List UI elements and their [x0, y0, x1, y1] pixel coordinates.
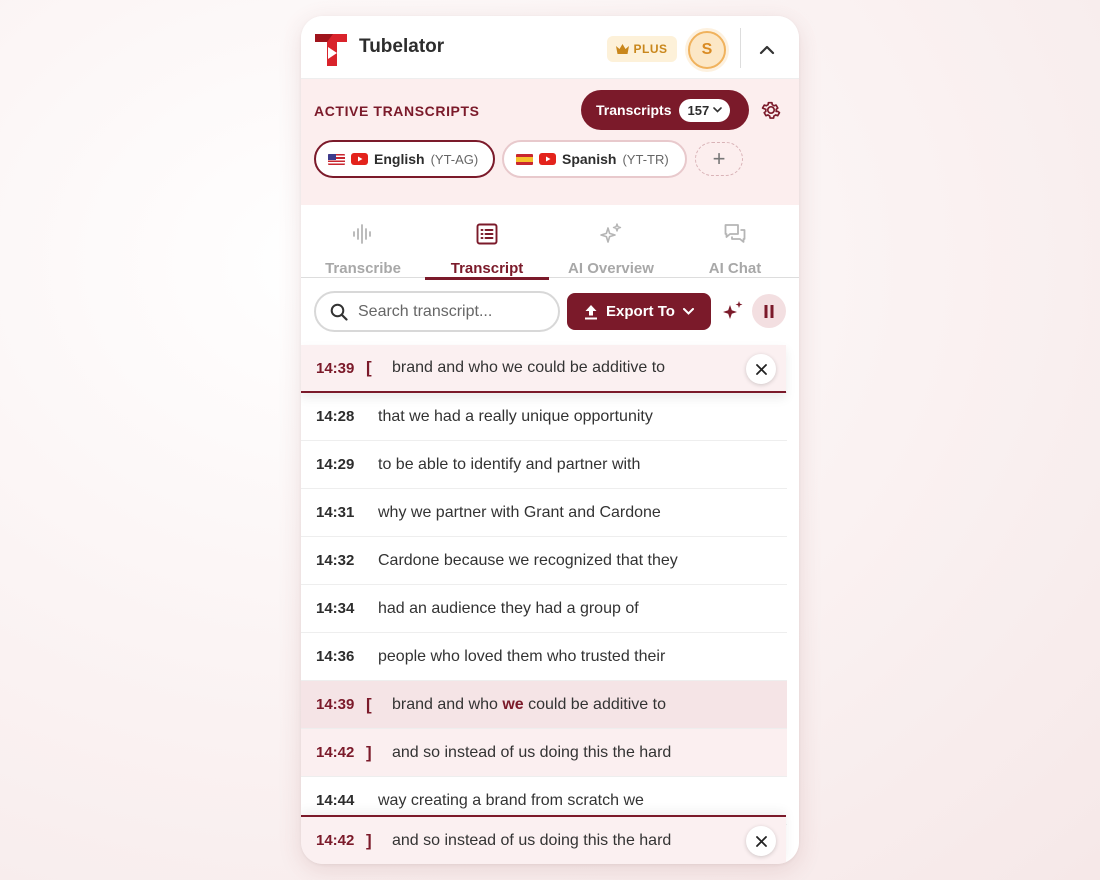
transcript-text: and so instead of us doing this the hard — [392, 831, 672, 849]
timestamp[interactable]: 14:29 — [316, 456, 354, 473]
active-transcripts-title: ACTIVE TRANSCRIPTS — [314, 103, 480, 119]
app-title: Tubelator — [359, 36, 445, 57]
language-chip-english[interactable]: English (YT-AG) — [314, 140, 495, 178]
close-button[interactable] — [746, 826, 776, 856]
us-flag-icon — [328, 153, 345, 165]
close-icon — [755, 363, 767, 375]
timestamp[interactable]: 14:34 — [316, 600, 354, 617]
close-icon — [755, 835, 767, 847]
tab-label: Transcript — [450, 260, 524, 277]
crown-icon — [616, 44, 630, 54]
transcript-text: people who loved them who trusted their — [378, 647, 666, 665]
tab-label: AI Chat — [708, 260, 762, 277]
search-match: we — [502, 695, 524, 713]
transcript-text: to be able to identify and partner with — [378, 455, 641, 473]
tubelator-panel: Tubelator PLUS S ACTIVE TRANSCRIPTS Tran… — [301, 16, 799, 864]
tab-ai-chat[interactable]: AI Chat — [673, 205, 797, 278]
tab-label: Transcribe — [325, 260, 401, 277]
upload-icon — [585, 304, 598, 319]
youtube-icon — [351, 153, 368, 165]
timestamp[interactable]: 14:31 — [316, 504, 354, 521]
language-code: (YT-TR) — [622, 151, 669, 167]
header: Tubelator PLUS S — [301, 16, 799, 79]
scrollbar[interactable] — [787, 345, 799, 864]
transcript-text: brand and who we could be additive to — [392, 359, 666, 376]
language-chip-spanish[interactable]: Spanish (YT-TR) — [502, 140, 687, 178]
tab-transcript[interactable]: Transcript — [425, 205, 549, 280]
chevron-up-icon — [759, 45, 775, 55]
pinned-selection-end[interactable]: 14:42 ] and so instead of us doing this … — [301, 815, 786, 864]
transcript-text: Cardone because we recognized that they — [378, 551, 678, 569]
transcripts-label: Transcripts — [596, 102, 672, 118]
selection-end-bracket: ] — [366, 742, 372, 762]
tab-bar: Transcribe Transcript AI Overview AI Cha… — [301, 205, 799, 280]
pause-button[interactable] — [752, 294, 786, 328]
timestamp[interactable]: 14:44 — [316, 792, 354, 809]
tab-label: AI Overview — [568, 260, 654, 277]
chat-bubbles-icon — [724, 224, 746, 243]
transcript-text: that we had a really unique opportunity — [378, 407, 653, 425]
pinned-selection-start[interactable]: 14:39 [ brand and who we could be additi… — [301, 345, 786, 393]
gear-icon[interactable] — [760, 99, 782, 121]
transcripts-count-chip[interactable]: 157 — [679, 98, 731, 122]
plus-label: PLUS — [633, 42, 668, 56]
search-input[interactable] — [358, 302, 528, 321]
search-icon — [330, 303, 348, 321]
transcripts-button[interactable]: Transcripts 157 — [581, 90, 749, 130]
timestamp[interactable]: 14:36 — [316, 648, 354, 665]
waveform-icon — [353, 224, 371, 244]
timestamp[interactable]: 14:39 — [316, 360, 354, 377]
close-button[interactable] — [746, 354, 776, 384]
tubelator-logo-icon — [315, 34, 347, 66]
selection-end-bracket: ] — [366, 830, 372, 850]
transcript-row[interactable]: 14:31 why we partner with Grant and Card… — [301, 489, 799, 537]
language-name: English — [374, 151, 425, 167]
transcript-text: and so instead of us doing this the hard — [392, 743, 672, 761]
timestamp[interactable]: 14:28 — [316, 408, 354, 425]
search-box[interactable] — [314, 291, 560, 332]
transcript-text: why we partner with Grant and Cardone — [378, 503, 661, 521]
timestamp[interactable]: 14:42 — [316, 832, 354, 849]
transcript-row[interactable]: 14:28 that we had a really unique opport… — [301, 393, 799, 441]
transcripts-count: 157 — [687, 102, 710, 118]
plus-badge[interactable]: PLUS — [607, 36, 677, 62]
transcript-row-selected-end[interactable]: 14:42 ] and so instead of us doing this … — [301, 729, 799, 777]
export-to-button[interactable]: Export To — [567, 293, 711, 330]
timestamp[interactable]: 14:39 — [316, 696, 354, 713]
transcript-text: way creating a brand from scratch we — [378, 791, 644, 809]
language-code: (YT-AG) — [430, 151, 479, 167]
transcript-text: had an audience they had a group of — [378, 599, 639, 617]
language-name: Spanish — [562, 151, 617, 167]
transcript-row[interactable]: 14:32 Cardone because we recognized that… — [301, 537, 799, 585]
sparkles-icon — [600, 223, 622, 243]
pause-icon — [764, 304, 774, 318]
avatar[interactable]: S — [688, 31, 726, 69]
transcript-row[interactable]: 14:34 had an audience they had a group o… — [301, 585, 799, 633]
es-flag-icon — [516, 153, 533, 165]
active-transcripts-section: ACTIVE TRANSCRIPTS Transcripts 157 Engli… — [301, 79, 799, 205]
ai-sparkle-icon[interactable] — [721, 299, 745, 323]
transcript-row[interactable]: 14:29 to be able to identify and partner… — [301, 441, 799, 489]
document-list-icon — [476, 223, 498, 245]
selection-start-bracket: [ — [366, 694, 372, 714]
collapse-button[interactable] — [753, 36, 781, 64]
add-language-button[interactable]: + — [695, 142, 743, 176]
chevron-down-icon — [682, 308, 694, 315]
chevron-down-icon — [713, 107, 722, 113]
youtube-icon — [539, 153, 556, 165]
tab-transcribe[interactable]: Transcribe — [301, 205, 425, 278]
export-label: Export To — [606, 303, 675, 320]
transcript-list: 14:28 that we had a really unique opport… — [301, 345, 799, 825]
timestamp[interactable]: 14:42 — [316, 744, 354, 761]
timestamp[interactable]: 14:32 — [316, 552, 354, 569]
transcript-row-selected-start[interactable]: 14:39 [ brand and who we could be additi… — [301, 681, 799, 729]
transcript-row[interactable]: 14:36 people who loved them who trusted … — [301, 633, 799, 681]
selection-start-bracket: [ — [366, 358, 372, 377]
tab-ai-overview[interactable]: AI Overview — [549, 205, 673, 278]
transcript-text: brand and who we could be additive to — [392, 695, 666, 713]
header-divider — [740, 28, 741, 68]
